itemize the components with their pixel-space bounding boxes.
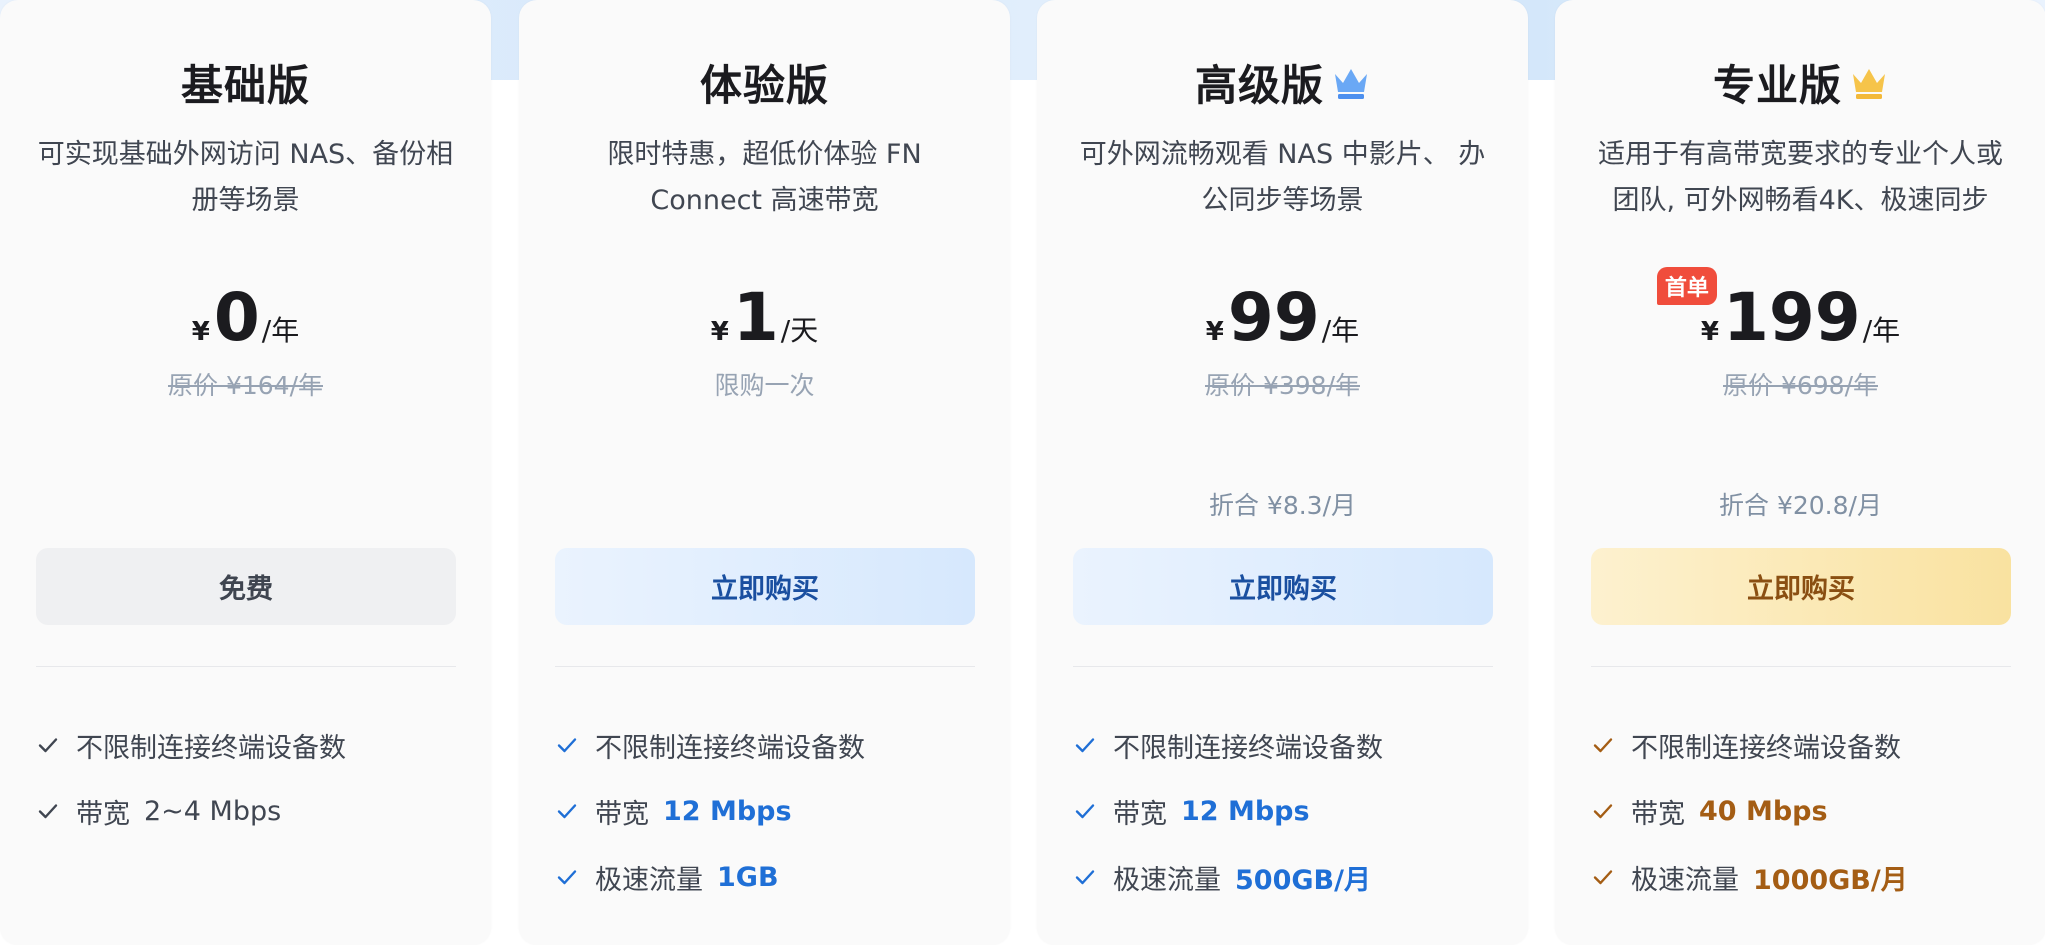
feature-label: 极速流量 [595, 864, 703, 896]
first-order-badge: 首单 [1656, 267, 1717, 305]
plan-title: 基础版 [180, 61, 310, 110]
check-icon [1073, 865, 1097, 889]
feature-list: 不限制连接终端设备数 带宽 40 Mbps 极速流量 1000GB/月 [1591, 712, 2021, 910]
original-price: 原价 ¥398/年 [1205, 371, 1360, 400]
feature-item: 极速流量 1000GB/月 [1591, 844, 2021, 910]
buy-now-button[interactable]: 立即购买 [1591, 548, 2011, 625]
feature-item: 不限制连接终端设备数 [555, 712, 985, 778]
plan-title-row: 体验版 [519, 52, 1010, 113]
plan-description: 可实现基础外网访问 NAS、备份相册等场景 [37, 139, 454, 216]
plan-price: 首单 ¥199/年 [1555, 267, 2045, 356]
feature-value: 2~4 Mbps [144, 795, 282, 827]
purchase-limit: 限购一次 [714, 371, 815, 400]
feature-item: 不限制连接终端设备数 [1073, 712, 1503, 778]
plan-price: ¥99/年 [1037, 285, 1528, 351]
buy-now-button[interactable]: 立即购买 [1073, 548, 1493, 625]
plan-price: ¥0/年 [0, 285, 491, 351]
feature-label: 不限制连接终端设备数 [1113, 732, 1383, 764]
feature-label: 带宽 [76, 798, 130, 830]
divider [555, 666, 975, 667]
divider [1073, 666, 1493, 667]
feature-label: 带宽 [595, 798, 649, 830]
check-icon [555, 733, 579, 757]
feature-label: 带宽 [1113, 798, 1167, 830]
check-icon [1591, 799, 1615, 823]
divider [1591, 666, 2011, 667]
feature-value: 40 Mbps [1699, 795, 1828, 827]
plan-card-0: 基础版可实现基础外网访问 NAS、备份相册等场景 ¥0/年原价 ¥164/年免费不… [0, 0, 491, 945]
feature-item: 带宽 40 Mbps [1591, 778, 2021, 844]
feature-label: 不限制连接终端设备数 [1631, 732, 1901, 764]
price-unit: /年 [261, 314, 300, 347]
price-currency: ¥ [1700, 317, 1719, 347]
plan-description: 可外网流畅观看 NAS 中影片、 办公同步等场景 [1079, 139, 1486, 216]
check-icon [36, 733, 60, 757]
feature-label: 极速流量 [1631, 864, 1739, 896]
original-price: 原价 ¥698/年 [1723, 371, 1878, 400]
feature-label: 极速流量 [1113, 864, 1221, 896]
plan-title-row: 专业版 [1555, 52, 2045, 113]
feature-value: 12 Mbps [663, 795, 792, 827]
price-amount: 0 [213, 279, 260, 356]
check-icon [1591, 865, 1615, 889]
plan-description: 限时特惠，超低价体验 FN Connect 高速带宽 [607, 139, 922, 216]
price-currency: ¥ [1205, 317, 1224, 347]
feature-item: 带宽 12 Mbps [555, 778, 985, 844]
check-icon [1073, 799, 1097, 823]
check-icon [555, 799, 579, 823]
feature-label: 不限制连接终端设备数 [595, 732, 865, 764]
feature-label: 带宽 [1631, 798, 1685, 830]
plan-price: ¥1/天 [519, 285, 1010, 351]
feature-item: 不限制连接终端设备数 [36, 712, 466, 778]
feature-value: 500GB/月 [1235, 864, 1371, 896]
feature-list: 不限制连接终端设备数 带宽 12 Mbps 极速流量 500GB/月 [1073, 712, 1503, 910]
price-amount: 99 [1227, 279, 1320, 356]
price-amount: 199 [1722, 279, 1861, 356]
price-wrap: ¥0/年 [192, 285, 299, 351]
feature-list: 不限制连接终端设备数 带宽 12 Mbps 极速流量 1GB [555, 712, 985, 910]
plan-title: 高级版 [1194, 61, 1324, 110]
feature-item: 带宽 12 Mbps [1073, 778, 1503, 844]
plan-title-row: 基础版 [0, 52, 491, 113]
plan-card-2: 高级版可外网流畅观看 NAS 中影片、 办公同步等场景 ¥99/年原价 ¥398/… [1037, 0, 1528, 945]
plan-title: 体验版 [699, 61, 829, 110]
price-unit: /年 [1862, 314, 1901, 347]
plan-card-3: 专业版适用于有高带宽要求的专业个人或团队, 可外网畅看4K、极速同步首单 ¥199… [1555, 0, 2045, 945]
plan-title: 专业版 [1712, 61, 1842, 110]
price-currency: ¥ [191, 317, 210, 347]
price-unit: /天 [780, 314, 819, 347]
feature-value: 12 Mbps [1181, 795, 1310, 827]
price-wrap: ¥99/年 [1206, 285, 1359, 351]
feature-item: 极速流量 500GB/月 [1073, 844, 1503, 910]
divider [36, 666, 456, 667]
feature-value: 1GB [717, 861, 779, 893]
check-icon [555, 865, 579, 889]
price-wrap: 首单 ¥199/年 [1656, 267, 1901, 356]
gold-crown-icon [1850, 66, 1888, 100]
feature-value: 1000GB/月 [1753, 864, 1908, 896]
monthly-equivalent: 折合 ¥20.8/月 [1719, 491, 1882, 520]
pricing-cards: 基础版可实现基础外网访问 NAS、备份相册等场景 ¥0/年原价 ¥164/年免费不… [0, 0, 2045, 945]
check-icon [36, 799, 60, 823]
buy-now-button[interactable]: 立即购买 [555, 548, 975, 625]
free-button[interactable]: 免费 [36, 548, 456, 625]
original-price: 原价 ¥164/年 [168, 371, 323, 400]
feature-list: 不限制连接终端设备数 带宽 2~4 Mbps [36, 712, 466, 844]
check-icon [1073, 733, 1097, 757]
feature-label: 不限制连接终端设备数 [76, 732, 346, 764]
price-unit: /年 [1321, 314, 1360, 347]
feature-item: 极速流量 1GB [555, 844, 985, 910]
price-amount: 1 [732, 279, 779, 356]
plan-title-row: 高级版 [1037, 52, 1528, 113]
plan-description: 适用于有高带宽要求的专业个人或团队, 可外网畅看4K、极速同步 [1598, 139, 2003, 216]
price-wrap: ¥1/天 [711, 285, 818, 351]
plan-card-1: 体验版限时特惠，超低价体验 FN Connect 高速带宽 ¥1/天限购一次立即购… [519, 0, 1010, 945]
check-icon [1591, 733, 1615, 757]
feature-item: 不限制连接终端设备数 [1591, 712, 2021, 778]
blue-crown-icon [1332, 66, 1370, 100]
feature-item: 带宽 2~4 Mbps [36, 778, 466, 844]
price-currency: ¥ [710, 317, 729, 347]
monthly-equivalent: 折合 ¥8.3/月 [1208, 491, 1357, 520]
